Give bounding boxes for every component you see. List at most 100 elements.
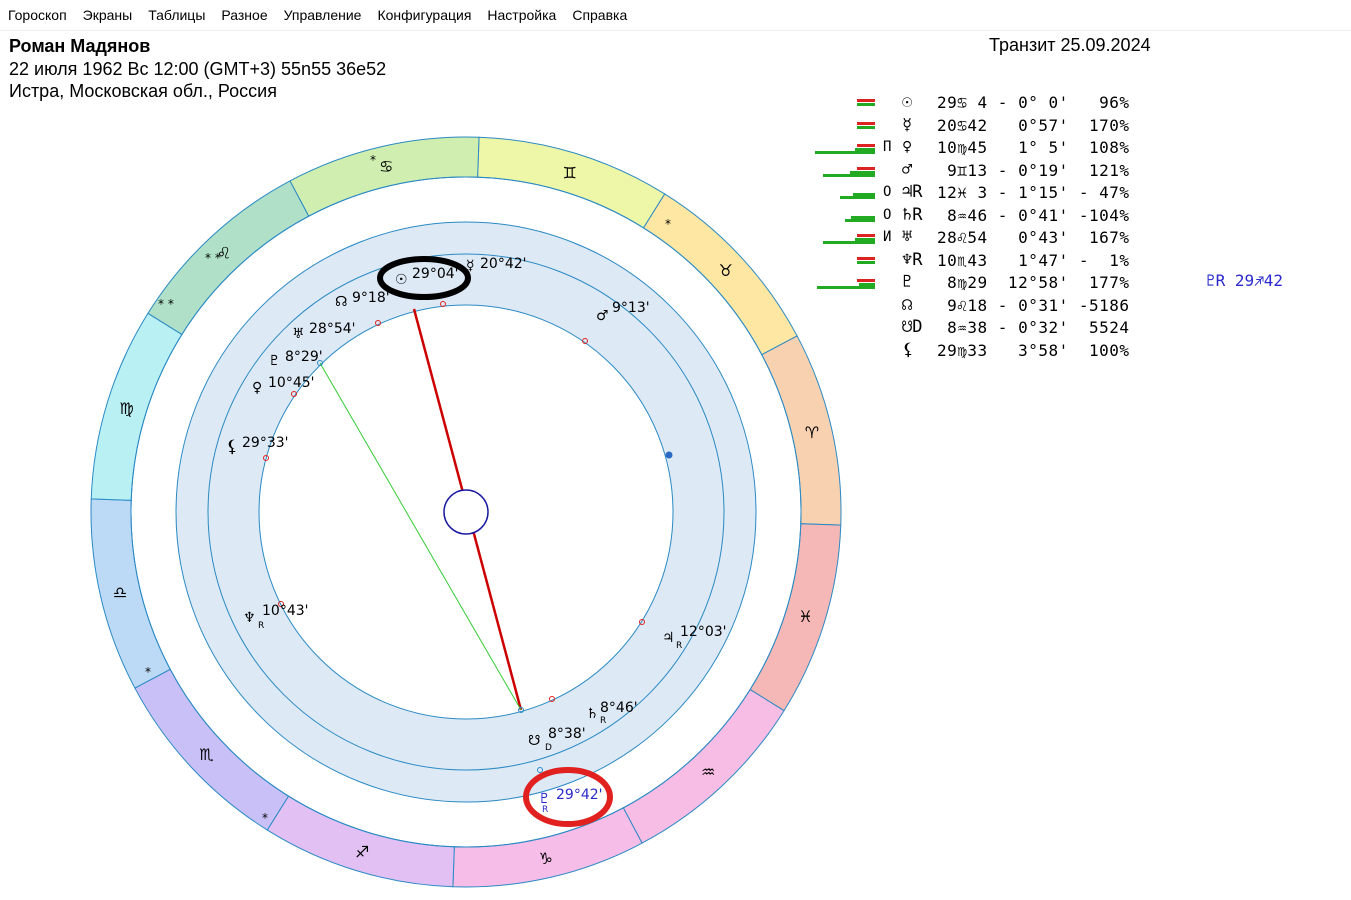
chart-planet-mars-text: 9°13' bbox=[612, 300, 650, 316]
strength-bar bbox=[857, 121, 875, 125]
chart-planet-mercury-text: 20°42' bbox=[480, 256, 526, 272]
chart-planet-jupiter-text: 12°03' bbox=[680, 624, 726, 640]
horoscope-wheel[interactable]: ♋ ♊♉♈♓♒♑♐♏♎♍♌ ☉ 29°04' ☿ 20°42' ☊ 9°18' ♂… bbox=[0, 0, 900, 900]
planet-row[interactable]: ☋D 8♒38 - 0°32' 5524 bbox=[805, 317, 1325, 339]
zodiac-sector-pisces bbox=[749, 523, 842, 712]
capricorn-sign-icon: ♑ bbox=[539, 849, 553, 868]
planet-glyph-icon: ☊ bbox=[902, 294, 913, 315]
pisces-sign-icon: ♓ bbox=[798, 607, 812, 626]
strength-bars bbox=[805, 205, 875, 227]
center-circle bbox=[443, 489, 489, 535]
chart-planet-pluto-text: 8°29' bbox=[285, 349, 323, 365]
strength-bar bbox=[815, 151, 875, 154]
chart-planet-saturn-sub: R bbox=[600, 716, 606, 726]
sagittarius-sign-icon: ♐ bbox=[355, 842, 369, 861]
chart-planet-south-node-text: 8°38' bbox=[548, 726, 586, 742]
chart-planet-transit-pluto-text: 29°42' bbox=[556, 787, 602, 803]
chart-planet-pluto-glyph[interactable]: ♇ bbox=[268, 353, 281, 369]
strength-bar bbox=[823, 173, 875, 177]
strength-bars bbox=[805, 182, 875, 204]
planet-row[interactable]: ☿ 20♋42 0°57' 170% bbox=[805, 115, 1325, 137]
strength-bar bbox=[857, 279, 875, 282]
planet-row[interactable]: ♆R 10♏43 1°47' - 1% bbox=[805, 250, 1325, 272]
planet-position: 10♍45 1° 5' 108% bbox=[937, 138, 1130, 157]
strength-bars bbox=[805, 295, 875, 317]
star-mark: * * bbox=[205, 251, 221, 265]
planet-glyph-icon: ♇ bbox=[902, 272, 913, 292]
chart-planet-neptune-text: 10°43' bbox=[262, 603, 308, 619]
chart-planet-sun-glyph[interactable]: ☉ bbox=[395, 272, 408, 288]
planet-row[interactable]: ☉ 29♋ 4 - 0° 0' 96% bbox=[805, 92, 1325, 114]
planet-position: 9♌18 - 0°31' -5186 bbox=[937, 295, 1130, 315]
chart-planet-north-node-text: 9°18' bbox=[352, 290, 390, 306]
chart-planet-south-node-glyph[interactable]: ☋ bbox=[528, 733, 540, 749]
strength-bars bbox=[805, 250, 875, 272]
strength-bar bbox=[857, 144, 875, 147]
chart-planet-jupiter-glyph[interactable]: ♃ bbox=[662, 630, 675, 646]
strength-bar bbox=[857, 99, 875, 102]
planet-row[interactable]: ♂ 9♊13 - 0°19' 121% bbox=[805, 160, 1325, 182]
zodiac-sector-virgo bbox=[90, 312, 183, 501]
planet-row[interactable]: ☊ 9♌18 - 0°31' -5186 bbox=[805, 295, 1325, 317]
chart-planet-saturn-glyph[interactable]: ♄ bbox=[586, 706, 599, 722]
aspect-marker: П bbox=[883, 139, 892, 155]
strength-bars bbox=[805, 340, 875, 362]
strength-bar bbox=[817, 286, 875, 289]
aquarius-sign-icon: ♒ bbox=[701, 763, 715, 782]
strength-bars bbox=[805, 227, 875, 249]
star-mark: * bbox=[665, 217, 671, 231]
chart-planet-uranus-glyph[interactable]: ♅ bbox=[292, 326, 305, 342]
chart-planet-sun-text: 29°04' bbox=[412, 266, 458, 282]
aries-sign-icon: ♈ bbox=[805, 423, 819, 442]
strength-bars bbox=[805, 115, 875, 137]
zodiac-sector-gemini bbox=[477, 136, 666, 229]
strength-bar bbox=[857, 234, 875, 237]
chart-planet-lilith-glyph[interactable]: ⚸ bbox=[226, 437, 238, 457]
chart-planet-neptune-sub: R bbox=[258, 621, 264, 631]
planet-row[interactable]: О ♄R 8♒46 - 0°41' -104% bbox=[805, 205, 1325, 227]
transit-pluto-entry: ♇R 29♐42 bbox=[1206, 271, 1284, 290]
chart-planet-jupiter-sub: R bbox=[676, 641, 682, 651]
star-mark: * bbox=[370, 153, 376, 167]
chart-planet-mars-glyph[interactable]: ♂ bbox=[596, 308, 609, 324]
star-mark: * * bbox=[158, 297, 174, 311]
planet-glyph-icon: ♅ bbox=[902, 227, 913, 247]
blue-point bbox=[665, 451, 673, 459]
planet-row[interactable]: И ♅ 28♌54 0°43' 167% bbox=[805, 227, 1325, 249]
chart-planet-neptune-glyph[interactable]: ♆ bbox=[243, 610, 256, 626]
chart-planet-venus-glyph[interactable]: ♀ bbox=[252, 380, 262, 396]
planet-position: 28♌54 0°43' 167% bbox=[937, 228, 1130, 247]
strength-bar bbox=[857, 103, 875, 106]
strength-bar bbox=[840, 196, 875, 199]
planet-position: 20♋42 0°57' 170% bbox=[937, 115, 1130, 135]
zodiac-sector-libra bbox=[90, 498, 171, 689]
strength-bar bbox=[857, 256, 875, 260]
chart-planet-uranus-text: 28°54' bbox=[309, 321, 355, 337]
strength-bar bbox=[857, 260, 875, 264]
planet-glyph-icon: ♄R bbox=[902, 204, 923, 225]
strength-bar bbox=[857, 166, 875, 170]
zodiac-sector-sagittarius bbox=[266, 795, 455, 888]
chart-planet-north-node-glyph[interactable]: ☊ bbox=[335, 294, 347, 310]
planet-glyph-icon: ♃R bbox=[902, 182, 923, 202]
planet-row[interactable]: ⚸ 29♍33 3°58' 100% bbox=[805, 340, 1325, 362]
planet-position: 10♏43 1°47' - 1% bbox=[937, 250, 1130, 270]
taurus-sign-icon: ♉ bbox=[718, 261, 732, 280]
chart-planet-south-node-sub: D bbox=[545, 743, 552, 753]
planet-row[interactable]: П ♀ 10♍45 1° 5' 108% bbox=[805, 137, 1325, 159]
libra-sign-icon: ♎ bbox=[113, 583, 127, 602]
aspect-marker: И bbox=[883, 229, 892, 245]
zodiac-sector-cancer bbox=[289, 136, 480, 217]
transit-date: Транзит 25.09.2024 bbox=[989, 35, 1151, 55]
strength-bar bbox=[845, 218, 875, 222]
strength-bars bbox=[805, 160, 875, 182]
planet-glyph-icon: ⚸ bbox=[902, 339, 915, 360]
aspect-marker: О bbox=[883, 184, 892, 200]
chart-planet-transit-pluto-sub: R bbox=[542, 805, 548, 815]
gemini-sign-icon: ♊ bbox=[563, 164, 577, 183]
cancer-sign-icon: ♋ bbox=[379, 157, 393, 176]
chart-planet-lilith-text: 29°33' bbox=[242, 435, 288, 451]
planet-row[interactable]: О ♃R 12♓ 3 - 1°15' - 47% bbox=[805, 182, 1325, 204]
planet-position: 12♓ 3 - 1°15' - 47% bbox=[937, 183, 1130, 202]
strength-bars bbox=[805, 272, 875, 294]
